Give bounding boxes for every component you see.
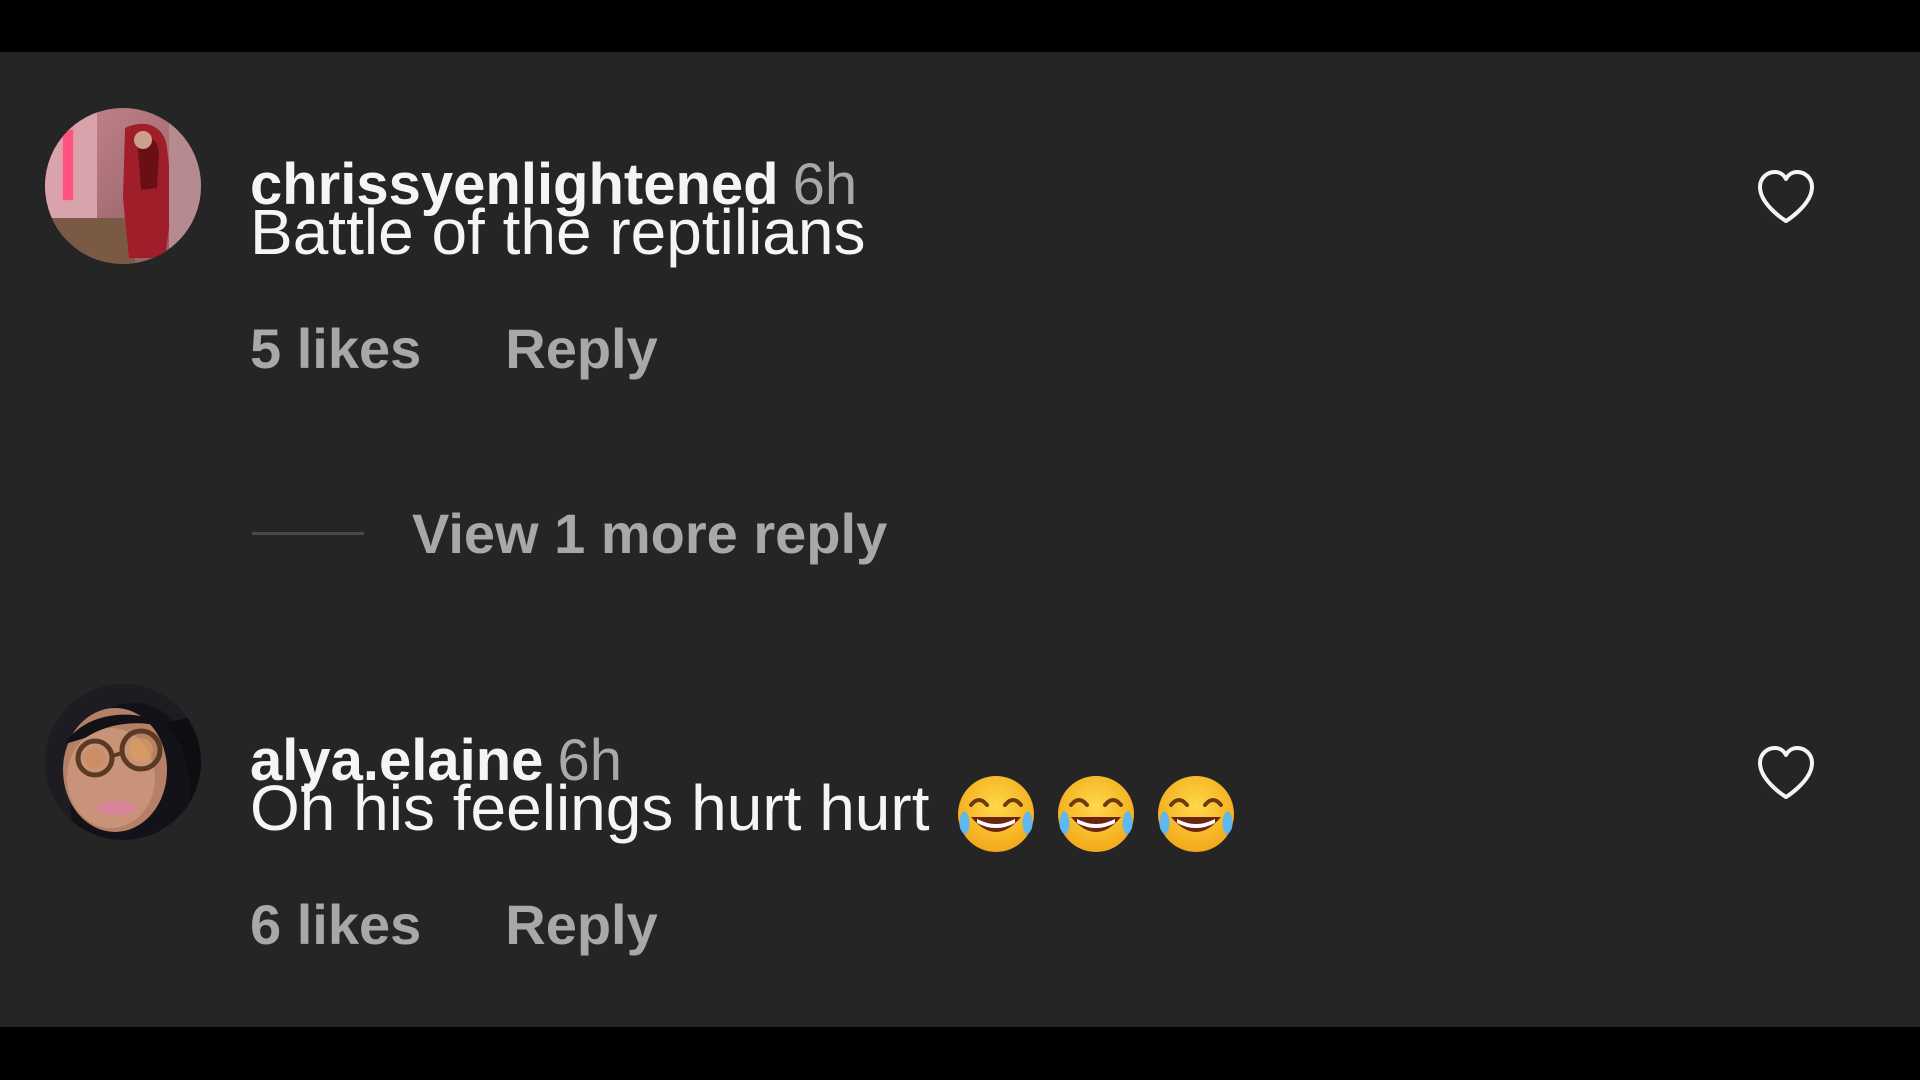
comments-panel: chrissyenlightened 6h Battle of the repti… — [0, 52, 1920, 1027]
avatar[interactable] — [45, 684, 201, 840]
reply-button[interactable]: Reply — [505, 314, 658, 384]
comment-text: Oh his feelings hurt hurt — [250, 772, 930, 844]
top-frame-bar — [0, 0, 1920, 52]
heart-outline-icon[interactable] — [1756, 169, 1816, 225]
likes-count[interactable]: 5 likes — [250, 314, 421, 384]
bottom-frame-bar — [0, 1027, 1920, 1080]
comment-text: Battle of the reptilians — [250, 196, 866, 268]
face-with-tears-of-joy-icon — [1153, 771, 1239, 857]
heart-outline-icon[interactable] — [1756, 745, 1816, 801]
comment-actions: 6 likes Reply — [250, 890, 658, 960]
face-with-tears-of-joy-icon — [1053, 771, 1139, 857]
reply-button[interactable]: Reply — [505, 890, 658, 960]
face-with-tears-of-joy-icon — [953, 771, 1039, 857]
comment-text-row: Oh his feelings hurt hurt — [250, 768, 1253, 857]
view-more-replies-label[interactable]: View 1 more reply — [412, 499, 887, 569]
replies-divider-line — [252, 532, 364, 535]
user-avatar-photo — [45, 108, 201, 264]
comment-actions: 5 likes Reply — [250, 314, 658, 384]
user-avatar-photo — [45, 684, 201, 840]
emoji-group — [953, 769, 1253, 857]
likes-count[interactable]: 6 likes — [250, 890, 421, 960]
avatar[interactable] — [45, 108, 201, 264]
